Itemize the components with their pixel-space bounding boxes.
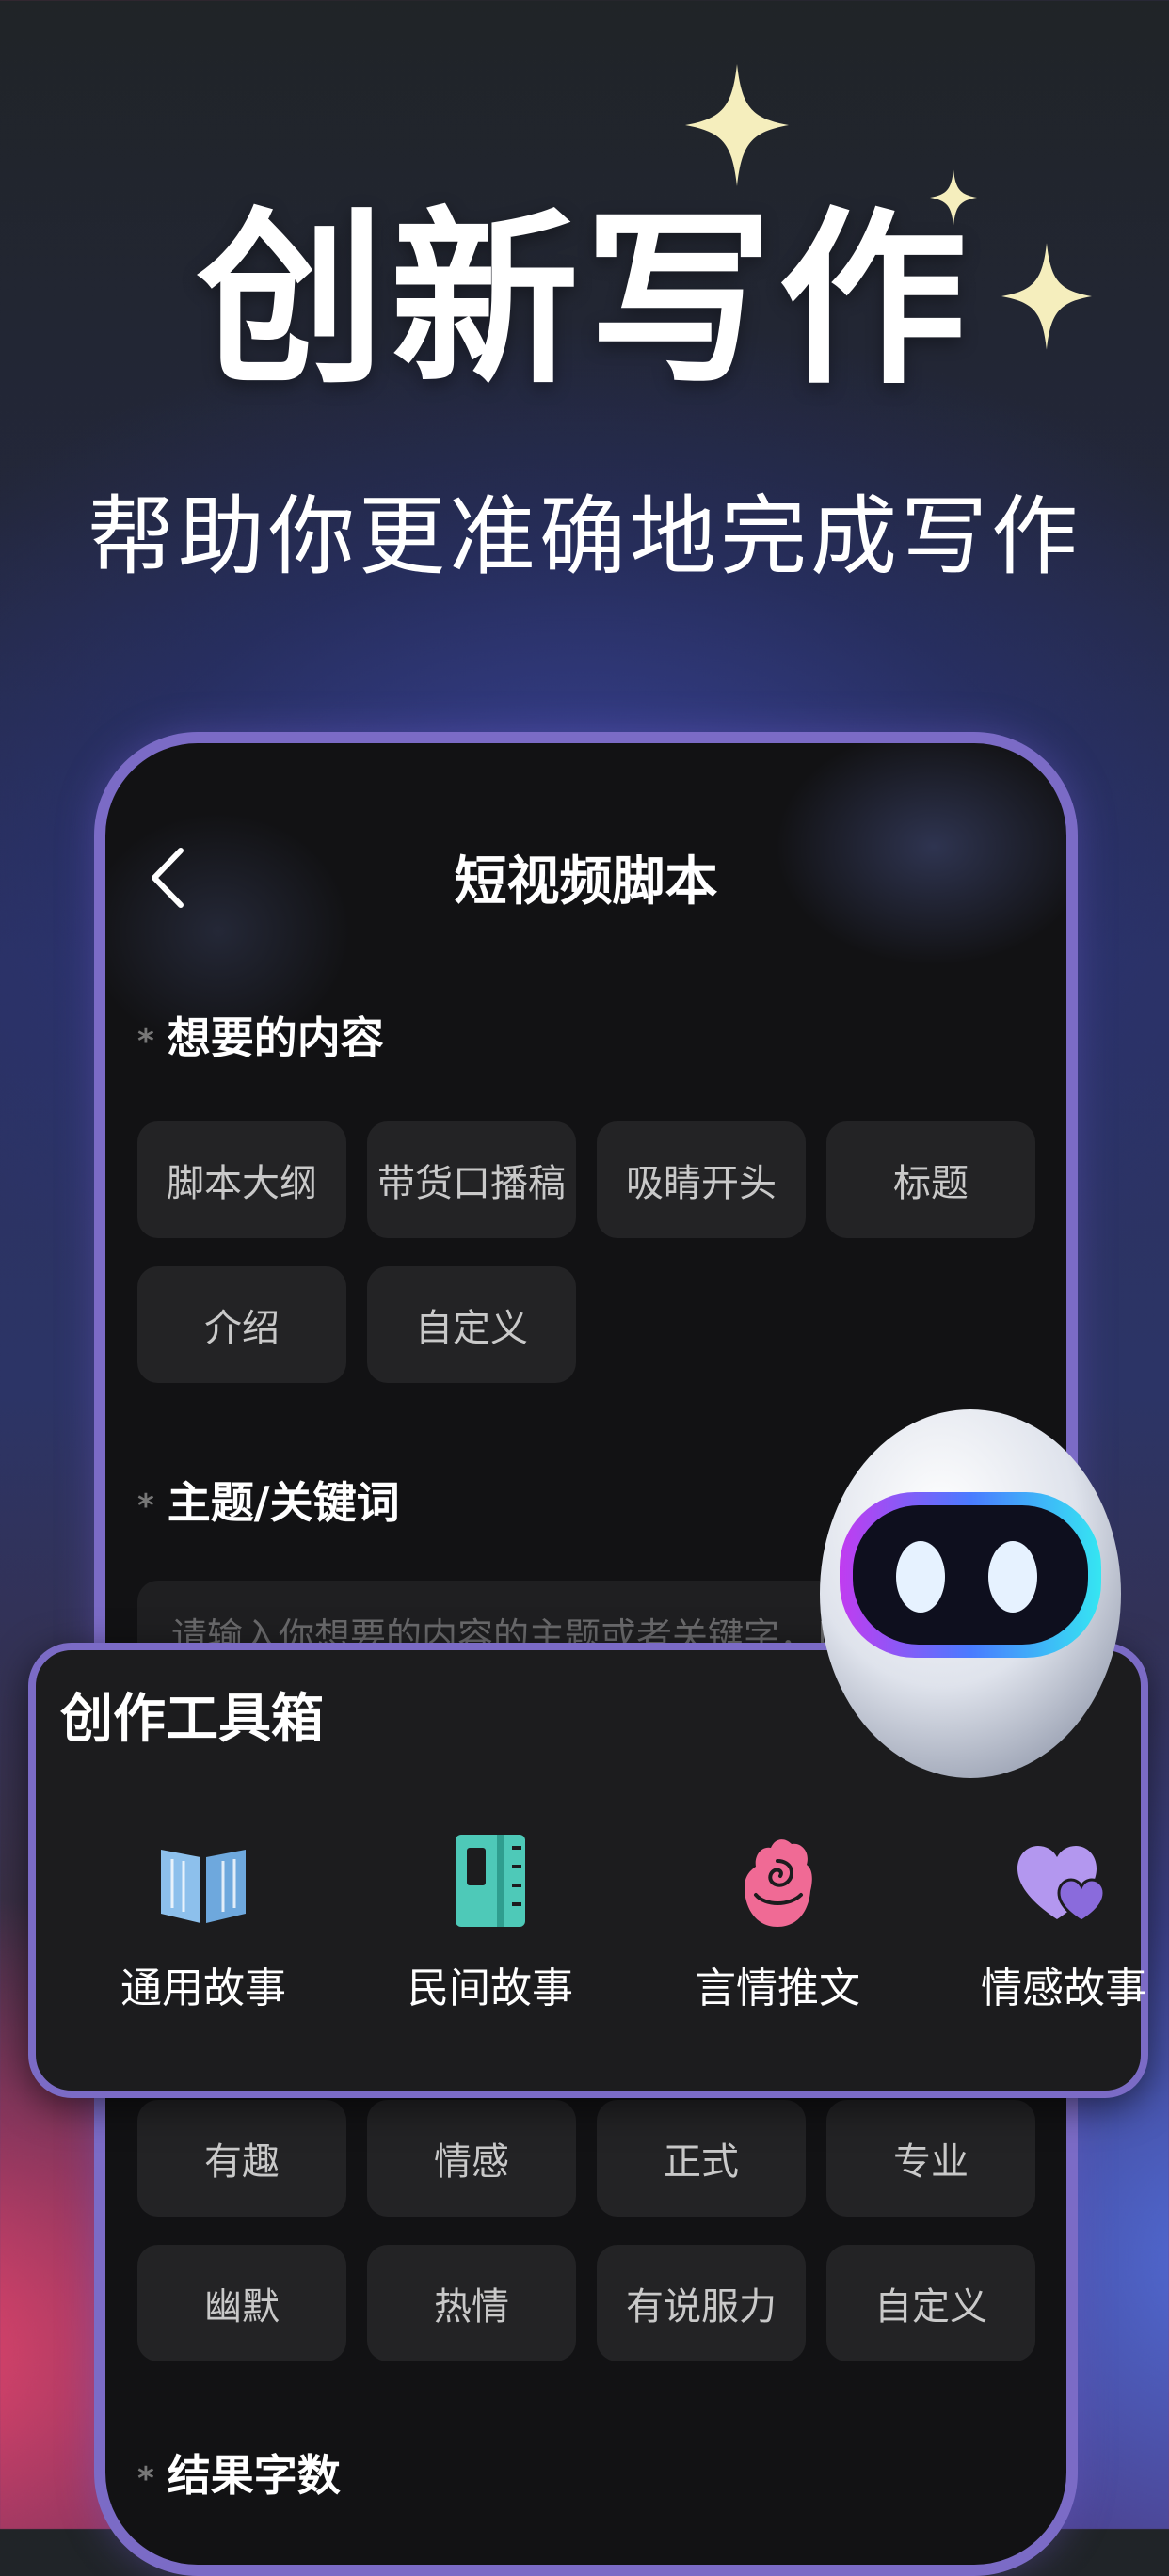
chip-tone-passionate[interactable]: 热情 [367, 2245, 576, 2361]
tool-label: 通用故事 [120, 1964, 286, 2012]
topic-section-title: 主题/关键词 [167, 1477, 400, 1528]
chip-content-intro[interactable]: 介绍 [137, 1266, 346, 1383]
tool-emotional-story[interactable]: 情感故事 [941, 1829, 1169, 2045]
required-mark: * [137, 2459, 154, 2498]
notebook-icon [456, 1835, 525, 1927]
chip-content-title[interactable]: 标题 [826, 1121, 1035, 1238]
topic-section-label: * 主题/关键词 [137, 1481, 400, 1524]
chip-content-sales-script[interactable]: 带货口播稿 [367, 1121, 576, 1238]
toolbox-title: 创作工具箱 [60, 1689, 324, 1750]
word-count-section-label: * 结果字数 [137, 2454, 341, 2497]
chip-content-hook[interactable]: 吸睛开头 [597, 1121, 806, 1238]
chip-tone-professional[interactable]: 专业 [826, 2100, 1035, 2217]
sparkle-icon [685, 64, 789, 186]
word-count-section-title: 结果字数 [167, 2450, 341, 2501]
chip-tone-humorous[interactable]: 幽默 [137, 2245, 346, 2361]
page-title: 短视频脚本 [454, 851, 718, 913]
content-section-label: * 想要的内容 [137, 1016, 384, 1059]
tool-label: 言情推文 [695, 1964, 860, 2012]
book-icon [161, 1850, 246, 1923]
chip-content-custom[interactable]: 自定义 [367, 1266, 576, 1383]
chip-content-outline[interactable]: 脚本大纲 [137, 1121, 346, 1238]
tool-label: 情感故事 [981, 1964, 1146, 2012]
tool-folk-story[interactable]: 民间故事 [368, 1829, 613, 2045]
chip-tone-formal[interactable]: 正式 [597, 2100, 806, 2217]
hero-title: 创新写作 [196, 191, 972, 410]
tool-romance-post[interactable]: 言情推文 [655, 1829, 900, 2045]
chip-tone-custom[interactable]: 自定义 [826, 2245, 1035, 2361]
robot-mascot-icon [820, 1409, 1121, 1778]
tool-label: 民间故事 [408, 1964, 573, 2012]
rose-icon [745, 1839, 812, 1927]
hearts-icon [1017, 1846, 1106, 1923]
content-section-title: 想要的内容 [167, 1012, 384, 1063]
chip-tone-fun[interactable]: 有趣 [137, 2100, 346, 2217]
nav-bar: 短视频脚本 [105, 837, 1066, 922]
required-mark: * [137, 1487, 154, 1525]
chip-tone-emotional[interactable]: 情感 [367, 2100, 576, 2217]
hero-subtitle: 帮助你更准确地完成写作 [87, 486, 1081, 587]
chip-tone-persuasive[interactable]: 有说服力 [597, 2245, 806, 2361]
required-mark: * [137, 1022, 154, 1060]
tool-general-story[interactable]: 通用故事 [81, 1829, 326, 2045]
